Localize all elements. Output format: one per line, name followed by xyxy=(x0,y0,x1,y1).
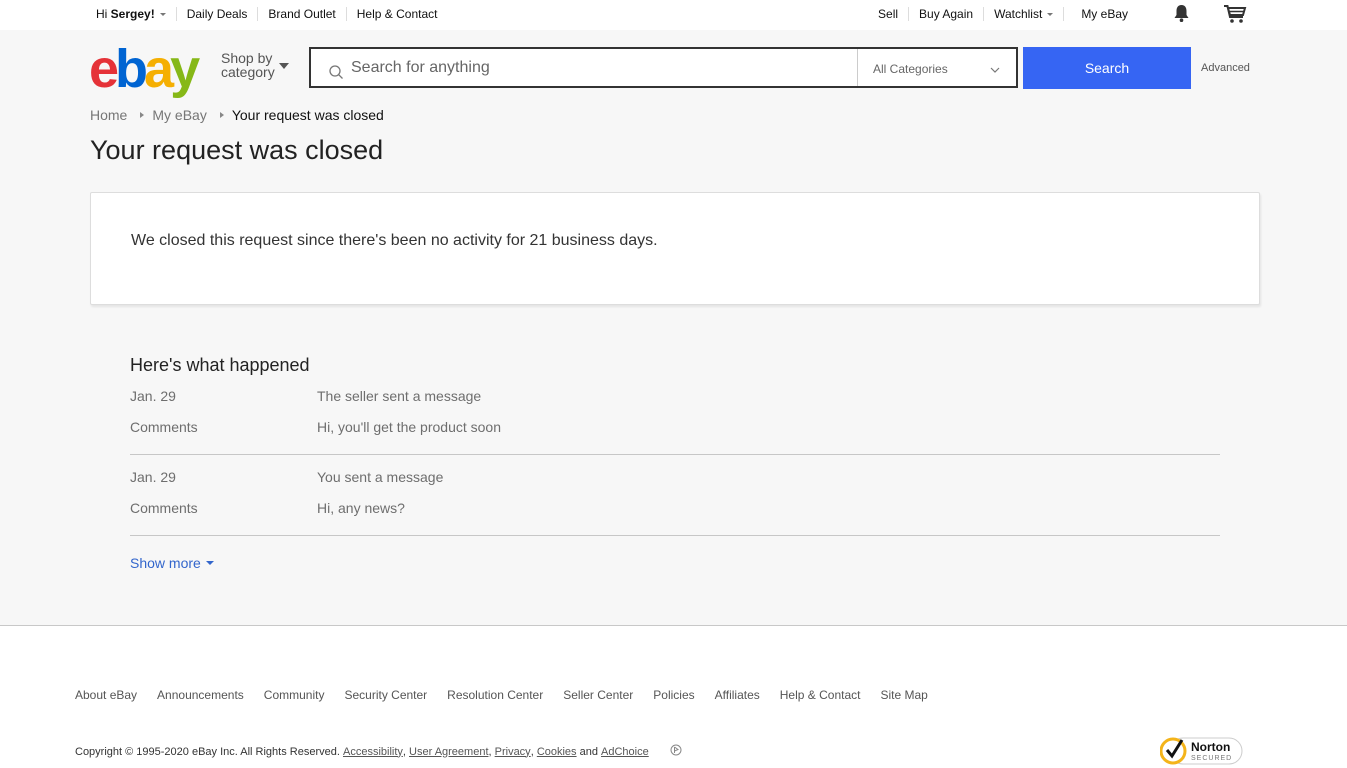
daily-deals-link[interactable]: Daily Deals xyxy=(177,7,259,21)
logo-letter-e: e xyxy=(89,39,119,99)
chevron-down-icon xyxy=(159,13,166,17)
history-heading: Here's what happened xyxy=(130,355,310,375)
footer-link-security-center[interactable]: Security Center xyxy=(344,688,427,702)
footer-link-about-ebay[interactable]: About eBay xyxy=(75,688,137,702)
comments-label: Comments xyxy=(130,419,198,435)
bell-icon[interactable] xyxy=(1173,4,1190,26)
ebay-logo[interactable]: ebay xyxy=(89,39,200,99)
category-label: category xyxy=(221,64,275,80)
footer-link-community[interactable]: Community xyxy=(264,688,325,702)
chevron-down-icon xyxy=(205,561,214,565)
footer-link-resolution-center[interactable]: Resolution Center xyxy=(447,688,543,702)
chevron-down-icon xyxy=(990,62,1000,76)
buy-again-link[interactable]: Buy Again xyxy=(909,7,985,21)
sell-link[interactable]: Sell xyxy=(868,7,910,21)
search-bar: All Categories xyxy=(309,47,1018,88)
search-input[interactable] xyxy=(351,57,851,79)
history-event: Jan. 29 You sent a message Comments Hi, … xyxy=(130,469,1220,536)
footer-links: About eBay Announcements Community Secur… xyxy=(75,688,948,702)
adchoice-icon[interactable] xyxy=(652,732,682,768)
norton-secured-badge[interactable]: Norton SECURED xyxy=(1159,735,1244,768)
copyright-line: Copyright © 1995-2020 eBay Inc. All Righ… xyxy=(75,732,682,768)
event-comment: Hi, you'll get the product soon xyxy=(317,419,502,435)
event-date: Jan. 29 xyxy=(130,469,176,485)
search-icon xyxy=(329,65,344,85)
event-date: Jan. 29 xyxy=(130,388,176,404)
watchlist-label: Watchlist xyxy=(994,7,1043,21)
history-event: Jan. 29 The seller sent a message Commen… xyxy=(130,388,1220,455)
footer-link-announcements[interactable]: Announcements xyxy=(157,688,244,702)
footer-link-seller-center[interactable]: Seller Center xyxy=(563,688,633,702)
user-name: Sergey! xyxy=(110,7,155,21)
privacy-link[interactable]: Privacy xyxy=(495,746,531,758)
breadcrumb-home[interactable]: Home xyxy=(90,107,127,123)
norton-title: Norton xyxy=(1191,740,1230,754)
footer-link-site-map[interactable]: Site Map xyxy=(880,688,927,702)
accessibility-link[interactable]: Accessibility xyxy=(343,746,403,758)
page-title: Your request was closed xyxy=(90,135,384,165)
show-more-label: Show more xyxy=(130,555,201,571)
my-ebay-link[interactable]: My eBay xyxy=(1064,7,1138,21)
cart-icon[interactable] xyxy=(1223,4,1247,27)
shop-by-category-button[interactable]: Shop by category xyxy=(221,50,289,80)
watchlist-menu[interactable]: Watchlist xyxy=(984,7,1065,21)
search-button[interactable]: Search xyxy=(1023,47,1191,89)
status-card: We closed this request since there's bee… xyxy=(90,192,1260,305)
norton-subtitle: SECURED xyxy=(1191,755,1232,762)
event-action: You sent a message xyxy=(317,469,444,485)
category-select-value: All Categories xyxy=(873,62,948,76)
breadcrumb-separator-icon xyxy=(219,112,224,118)
adchoice-link[interactable]: AdChoice xyxy=(601,746,649,758)
show-more-link[interactable]: Show more xyxy=(130,555,214,571)
brand-outlet-link[interactable]: Brand Outlet xyxy=(258,7,347,21)
and-text: and xyxy=(576,745,602,758)
footer-link-affiliates[interactable]: Affiliates xyxy=(715,688,760,702)
event-comment: Hi, any news? xyxy=(317,500,405,516)
breadcrumb-separator-icon xyxy=(140,112,145,118)
chevron-down-icon xyxy=(1047,13,1054,17)
greeting-prefix: Hi xyxy=(96,7,111,21)
help-contact-link[interactable]: Help & Contact xyxy=(347,7,448,21)
user-agreement-link[interactable]: User Agreement xyxy=(409,746,488,758)
shop-by-label: Shop by xyxy=(221,50,273,66)
footer: About eBay Announcements Community Secur… xyxy=(0,625,1347,768)
user-greeting-menu[interactable]: Hi Sergey! xyxy=(96,7,177,21)
comments-label: Comments xyxy=(130,500,198,516)
category-select[interactable]: All Categories xyxy=(857,49,1016,86)
copyright-text: Copyright © 1995-2020 eBay Inc. All Righ… xyxy=(75,745,343,758)
chevron-down-icon xyxy=(279,63,289,69)
breadcrumb-my-ebay[interactable]: My eBay xyxy=(152,107,206,123)
cookies-link[interactable]: Cookies xyxy=(537,746,577,758)
logo-letter-y: y xyxy=(170,39,200,99)
top-navigation-bar: Hi Sergey! Daily Deals Brand Outlet Help… xyxy=(0,0,1347,30)
breadcrumb-current: Your request was closed xyxy=(231,107,384,123)
logo-letter-b: b xyxy=(115,39,148,99)
footer-link-policies[interactable]: Policies xyxy=(653,688,694,702)
logo-letter-a: a xyxy=(144,39,174,99)
event-action: The seller sent a message xyxy=(317,388,482,404)
footer-link-help-contact[interactable]: Help & Contact xyxy=(780,688,861,702)
activity-history: Here's what happened Jan. 29 The seller … xyxy=(130,355,1220,573)
status-message: We closed this request since there's bee… xyxy=(131,232,658,249)
advanced-search-link[interactable]: Advanced xyxy=(1201,62,1250,74)
breadcrumb: Home My eBay Your request was closed xyxy=(90,107,384,123)
